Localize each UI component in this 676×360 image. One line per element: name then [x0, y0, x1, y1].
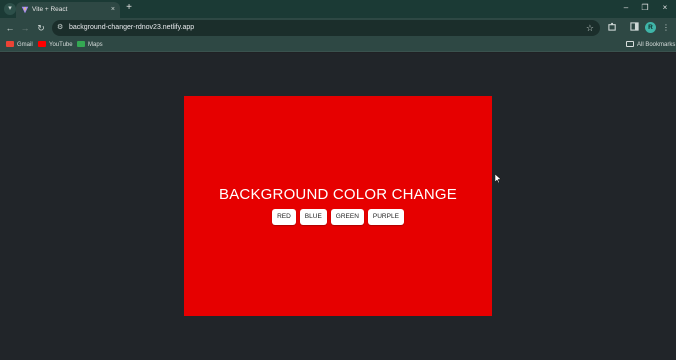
- color-button-row: RED BLUE GREEN PURPLE: [184, 209, 492, 225]
- url-text[interactable]: background-changer-rdnov23.netlify.app: [69, 23, 194, 33]
- puzzle-icon: [607, 22, 616, 31]
- youtube-icon: [38, 41, 46, 47]
- close-window-button[interactable]: ×: [658, 2, 672, 14]
- site-info-icon[interactable]: ⚙: [57, 23, 63, 33]
- bookmark-star-icon[interactable]: ☆: [586, 22, 594, 34]
- all-bookmarks-label: All Bookmarks: [637, 42, 676, 48]
- bookmark-label: Gmail: [17, 42, 33, 48]
- folder-icon: [626, 41, 634, 47]
- bookmark-label: YouTube: [49, 42, 73, 48]
- color-changer-app: BACKGROUND COLOR CHANGE RED BLUE GREEN P…: [184, 96, 492, 316]
- tab-strip: ▾ Vite + React × + – ❐ ×: [0, 0, 676, 18]
- maps-icon: [77, 41, 85, 47]
- red-button[interactable]: RED: [272, 209, 296, 225]
- menu-kebab-icon[interactable]: ⋮: [660, 22, 672, 34]
- page-viewport: BACKGROUND COLOR CHANGE RED BLUE GREEN P…: [0, 53, 676, 360]
- green-button[interactable]: GREEN: [330, 209, 364, 225]
- tab-search-icon[interactable]: ▾: [4, 3, 16, 15]
- extensions-icon[interactable]: [606, 22, 618, 34]
- vite-favicon-icon: [21, 6, 29, 14]
- maximize-button[interactable]: ❐: [638, 2, 652, 14]
- minimize-button[interactable]: –: [619, 2, 633, 14]
- back-button[interactable]: ←: [4, 22, 16, 34]
- browser-toolbar: ← → ↻ ⚙ background-changer-rdnov23.netli…: [0, 18, 676, 38]
- tab-title: Vite + React: [32, 6, 68, 13]
- side-panel-glyph-icon: [629, 22, 639, 31]
- profile-avatar[interactable]: R: [645, 22, 656, 33]
- forward-button[interactable]: →: [19, 22, 31, 34]
- blue-button[interactable]: BLUE: [299, 209, 327, 225]
- bookmark-youtube[interactable]: YouTube: [38, 40, 73, 50]
- mouse-cursor-icon: [495, 174, 501, 183]
- purple-button[interactable]: PURPLE: [367, 209, 404, 225]
- side-panel-icon[interactable]: [628, 22, 640, 34]
- gmail-icon: [6, 41, 14, 47]
- bookmark-maps[interactable]: Maps: [77, 40, 103, 50]
- bookmark-gmail[interactable]: Gmail: [6, 40, 33, 50]
- page-title: BACKGROUND COLOR CHANGE: [219, 186, 457, 203]
- address-bar[interactable]: ⚙ background-changer-rdnov23.netlify.app…: [52, 20, 600, 36]
- bookmark-label: Maps: [88, 42, 103, 48]
- new-tab-button[interactable]: +: [123, 2, 135, 14]
- tab-close-icon[interactable]: ×: [111, 5, 115, 14]
- tab-active[interactable]: Vite + React ×: [16, 2, 120, 18]
- bookmarks-bar: Gmail YouTube Maps All Bookmarks: [0, 38, 676, 52]
- reload-button[interactable]: ↻: [35, 22, 47, 34]
- all-bookmarks[interactable]: All Bookmarks: [626, 40, 675, 50]
